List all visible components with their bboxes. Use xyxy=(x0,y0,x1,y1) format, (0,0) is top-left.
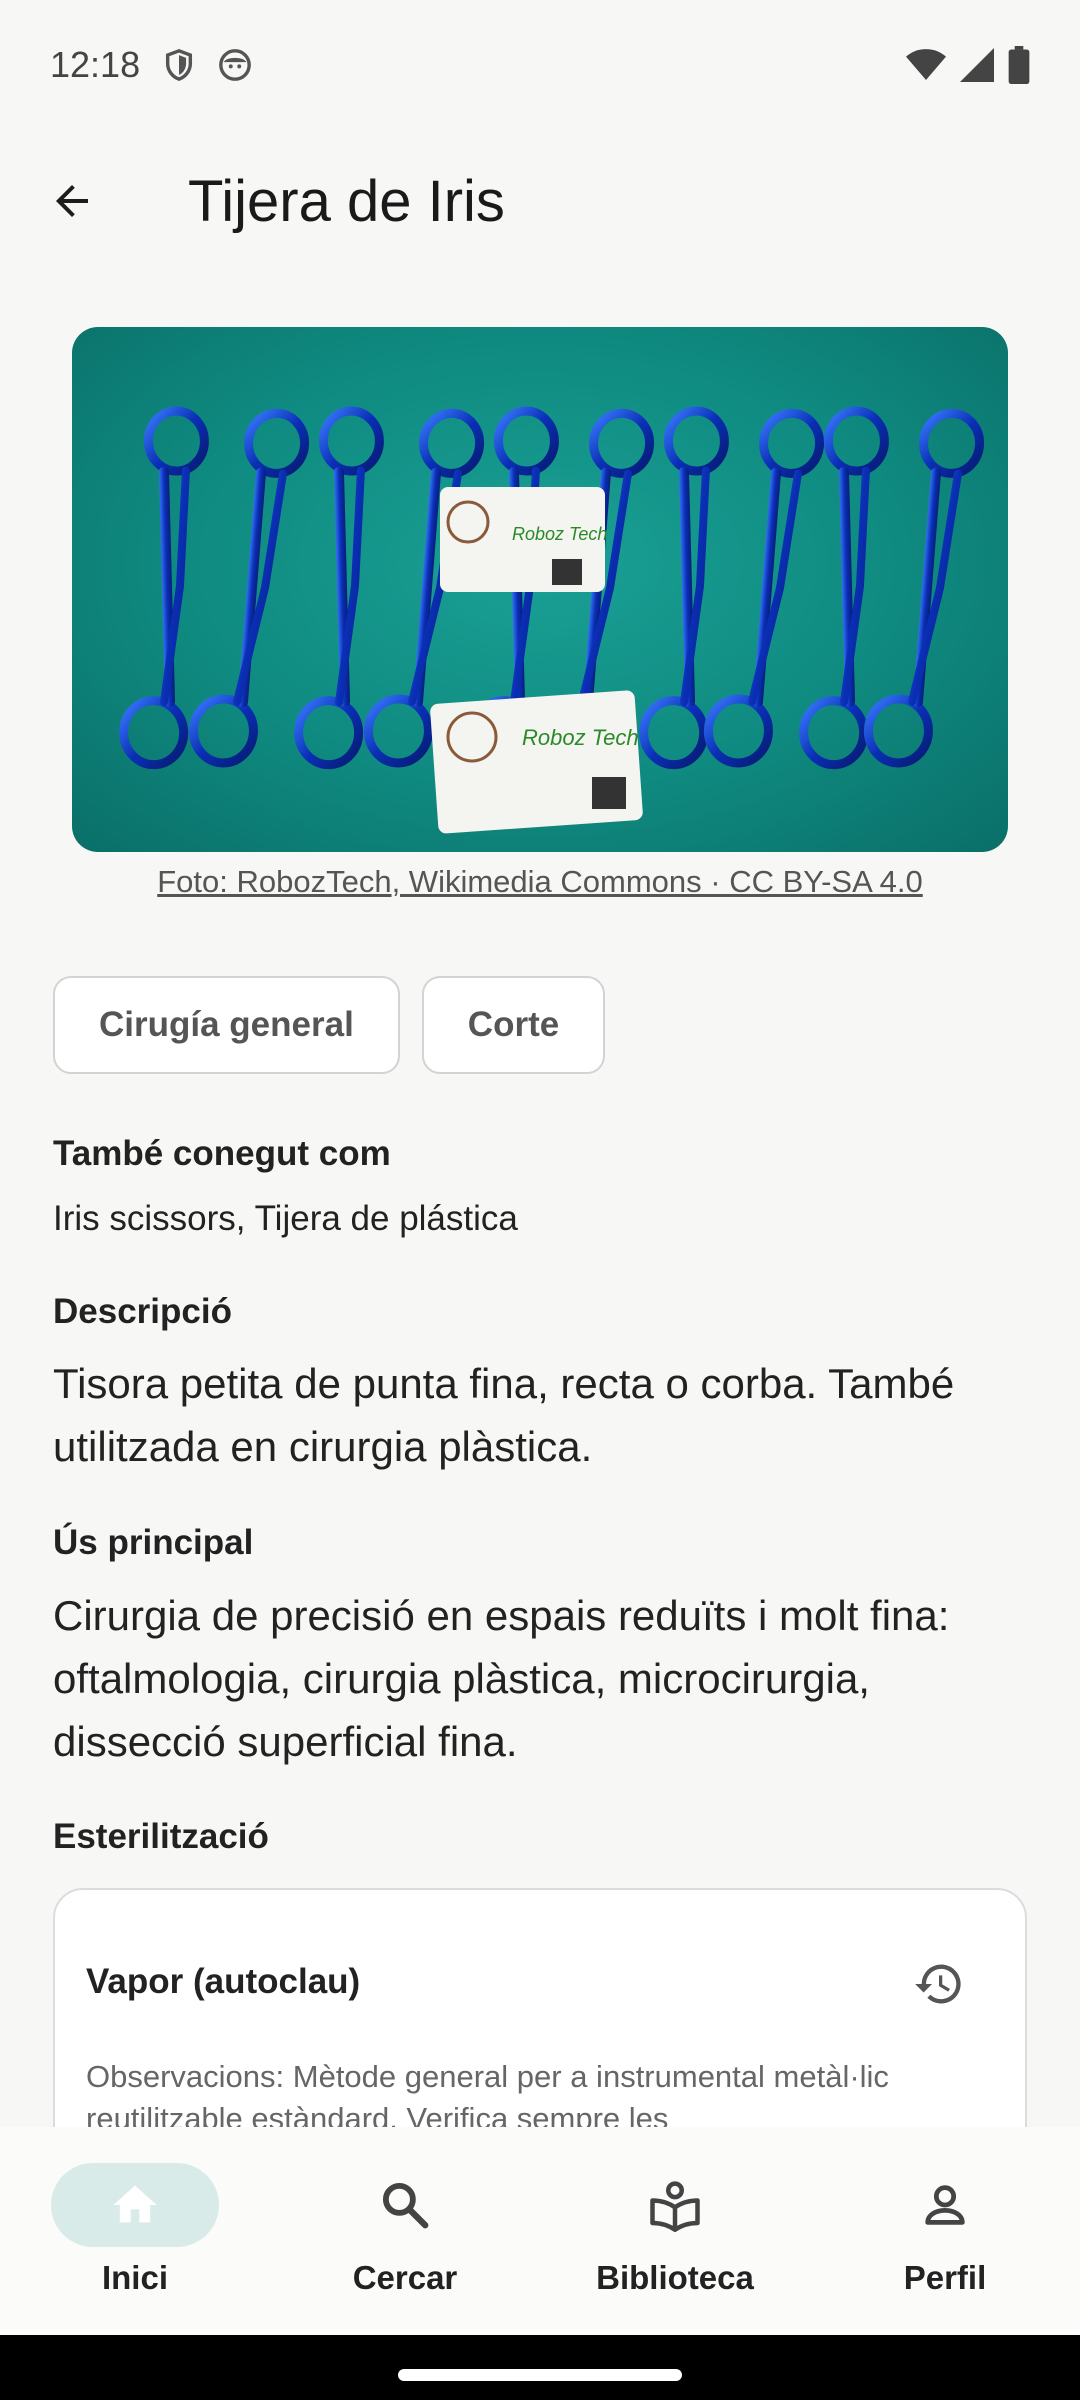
instrument-photo[interactable]: Roboz Tech Roboz Tech xyxy=(72,327,1008,852)
photo-credit-link[interactable]: Foto: RobozTech, Wikimedia Commons · CC … xyxy=(0,864,1080,900)
sterilization-method: Vapor (autoclau) xyxy=(86,1962,361,2001)
nav-label-search: Cercar xyxy=(352,2259,458,2296)
arrow-back-icon xyxy=(56,185,88,217)
back-button[interactable] xyxy=(24,153,120,249)
nav-home-indicator xyxy=(51,2163,219,2247)
scissor-shape xyxy=(799,406,889,770)
description-label: Descripció xyxy=(53,1292,232,1331)
aka-label: També conegut com xyxy=(53,1134,391,1173)
scissor-shape xyxy=(703,408,825,768)
scissor-shape xyxy=(188,408,310,768)
face-icon xyxy=(219,49,251,81)
chip-category-1[interactable]: Cirugía general xyxy=(53,976,400,1074)
history-icon[interactable] xyxy=(913,1958,965,2010)
bottom-navigation: Inici Cercar Biblioteca Perfil xyxy=(0,2127,1080,2335)
person-icon xyxy=(925,2185,965,2225)
nav-item-library[interactable]: Biblioteca xyxy=(540,2127,810,2335)
nav-item-profile[interactable]: Perfil xyxy=(810,2127,1080,2335)
sterilization-label: Esterilització xyxy=(53,1817,269,1856)
business-card-bottom xyxy=(430,690,643,834)
scissor-shape xyxy=(863,408,985,768)
nav-label-home: Inici xyxy=(101,2259,169,2296)
signal-icon xyxy=(960,48,994,82)
nav-item-search[interactable]: Cercar xyxy=(270,2127,540,2335)
nav-label-profile: Perfil xyxy=(903,2259,987,2296)
system-gesture-area xyxy=(0,2335,1080,2400)
top-app-bar: Tijera de Iris xyxy=(0,130,1080,272)
nav-item-home[interactable]: Inici xyxy=(0,2127,270,2335)
aka-value: Iris scissors, Tijera de plástica xyxy=(53,1199,518,1238)
library-icon xyxy=(650,2181,700,2232)
main-use-label: Ús principal xyxy=(53,1523,254,1562)
category-chips: Cirugía general Corte xyxy=(53,976,606,1074)
wifi-icon xyxy=(906,49,946,80)
card-brand-top: Roboz Tech xyxy=(512,524,607,544)
search-icon xyxy=(382,2182,429,2229)
card-brand-bottom: Roboz Tech xyxy=(522,725,639,750)
status-time: 12:18 xyxy=(50,44,141,85)
battery-icon xyxy=(1008,46,1030,84)
page-title: Tijera de Iris xyxy=(188,168,505,234)
home-icon xyxy=(113,2185,157,2223)
status-bar: 12:18 xyxy=(0,0,1080,130)
nav-label-library: Biblioteca xyxy=(596,2259,754,2296)
description-value: Tisora petita de punta fina, recta o cor… xyxy=(53,1360,955,1470)
chip-category-2[interactable]: Corte xyxy=(421,976,606,1074)
shield-icon xyxy=(166,49,193,81)
main-use-value: Cirurgia de precisió en espais reduïts i… xyxy=(53,1592,950,1765)
gesture-handle[interactable] xyxy=(398,2369,682,2381)
